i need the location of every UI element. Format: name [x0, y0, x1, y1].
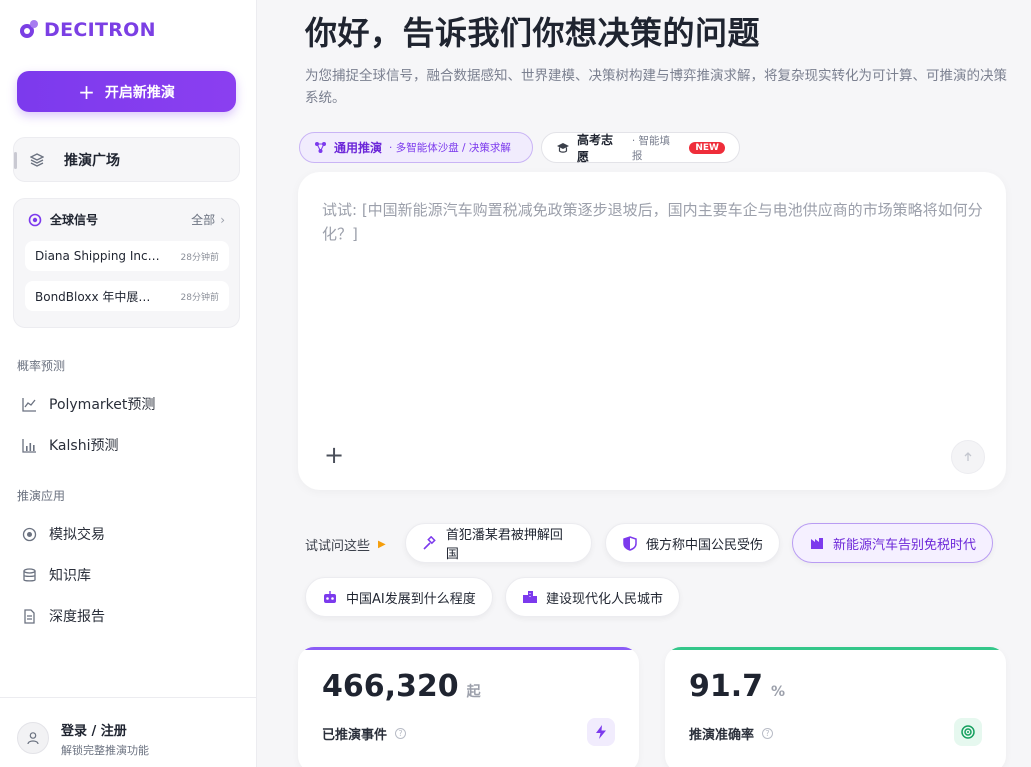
- sidebar-item-reports[interactable]: 深度报告: [22, 606, 105, 626]
- send-button[interactable]: [951, 440, 985, 474]
- sidebar-item-kalshi[interactable]: Kalshi预测: [22, 435, 118, 455]
- new-simulation-label: 开启新推演: [104, 84, 175, 101]
- attach-plus-icon[interactable]: +: [324, 443, 344, 467]
- global-signals-title: 全球信号: [50, 213, 99, 227]
- sidebar-item-sim-trading-label: 模拟交易: [49, 527, 105, 543]
- gavel-icon: [422, 535, 438, 551]
- suggestion-chip[interactable]: 首犯潘某君被押解回国: [405, 523, 592, 563]
- try-these-text: 试试问这些: [305, 539, 371, 554]
- mode-general-sub: · 多智能体沙盘 / 决策求解: [389, 142, 511, 154]
- signal-item-title: Diana Shipping Inc. ...: [35, 249, 160, 263]
- global-signals-panel: 全球信号 全部 › Diana Shipping Inc. ... 28分钟前 …: [13, 198, 240, 328]
- plus-icon: +: [78, 79, 95, 104]
- stat-number: 91.7: [689, 669, 764, 704]
- suggestion-label: 建设现代化人民城市: [546, 591, 664, 607]
- sidebar-item-polymarket[interactable]: Polymarket预测: [22, 394, 155, 414]
- stat-label: 已推演事件?: [322, 724, 407, 743]
- help-icon[interactable]: ?: [762, 728, 774, 739]
- stat-value: 91.7%: [689, 669, 785, 704]
- page-description: 为您捕捉全球信号，融合数据感知、世界建模、决策树构建与博弈推演求解，将复杂现实转…: [305, 68, 1007, 106]
- lightning-icon: [587, 718, 615, 746]
- stat-label: 推演准确率?: [689, 724, 774, 743]
- sidebar: DECITRON + 开启新推演 推演广场 全球信号 全部 › Diana Sh…: [0, 0, 257, 767]
- chevron-right-icon: ›: [220, 212, 225, 227]
- mode-general-label: 通用推演: [334, 141, 383, 155]
- sidebar-item-sim-trading[interactable]: 模拟交易: [22, 524, 105, 544]
- brand-logo[interactable]: DECITRON: [18, 18, 156, 42]
- signal-item-title: BondBloxx 年中展望...: [35, 289, 160, 304]
- logo-mark-icon: [20, 20, 38, 38]
- stat-label-text: 已推演事件: [322, 728, 388, 743]
- question-input[interactable]: 试试: [中国新能源汽车购置税减免政策逐步退坡后，国内主要车企与电池供应商的市场…: [322, 198, 987, 246]
- mode-general-button[interactable]: 通用推演 · 多智能体沙盘 / 决策求解: [299, 132, 533, 163]
- login-panel[interactable]: 登录 / 注册 解锁完整推演功能: [0, 697, 256, 767]
- section-label-apps: 推演应用: [17, 489, 66, 503]
- stat-label-text: 推演准确率: [689, 728, 755, 743]
- mode-gaokao-button[interactable]: 高考志愿 · 智能填报 NEW: [541, 132, 740, 164]
- signal-item-time: 28分钟前: [180, 252, 219, 263]
- bar-chart-icon: [22, 438, 37, 453]
- sidebar-item-knowledge-label: 知识库: [49, 568, 91, 584]
- signals-view-all-link[interactable]: 全部 ›: [191, 211, 225, 228]
- new-badge: NEW: [689, 141, 725, 154]
- stat-accent-bar: [298, 647, 639, 650]
- signal-item[interactable]: Diana Shipping Inc. ... 28分钟前: [25, 241, 229, 271]
- shield-icon: [622, 535, 638, 551]
- signal-icon: [28, 213, 42, 226]
- section-label-prob: 概率预测: [17, 359, 66, 373]
- try-these-label: 试试问这些 ▶: [305, 535, 386, 554]
- sidebar-item-plaza-label: 推演广场: [64, 152, 120, 169]
- sidebar-item-polymarket-label: Polymarket预测: [49, 397, 156, 413]
- brand-name: DECITRON: [44, 19, 156, 41]
- user-icon: [27, 732, 39, 745]
- city-icon: [522, 589, 538, 605]
- suggestion-chip[interactable]: 建设现代化人民城市: [505, 577, 680, 617]
- target-icon: [22, 527, 37, 542]
- stat-accent-bar: [665, 647, 1006, 650]
- avatar[interactable]: [17, 722, 49, 754]
- help-icon[interactable]: ?: [395, 728, 407, 739]
- network-icon: [315, 142, 326, 153]
- suggestion-chip[interactable]: 新能源汽车告别免税时代: [792, 523, 993, 563]
- suggestion-label: 首犯潘某君被押解回国: [445, 528, 563, 562]
- signal-item-time: 28分钟前: [180, 292, 219, 303]
- suggestion-label: 中国AI发展到什么程度: [346, 591, 476, 607]
- arrow-up-icon: [964, 452, 972, 461]
- suggestion-chip[interactable]: 俄方称中国公民受伤: [605, 523, 780, 563]
- stat-value: 466,320 起: [322, 669, 481, 704]
- stat-unit: 起: [466, 684, 481, 700]
- layers-icon: [30, 152, 44, 167]
- signals-view-all-label: 全部: [191, 213, 216, 227]
- stat-card-events: 466,320 起 已推演事件?: [298, 647, 639, 767]
- signal-item[interactable]: BondBloxx 年中展望... 28分钟前: [25, 281, 229, 311]
- graduation-cap-icon: [556, 143, 569, 153]
- sidebar-item-knowledge[interactable]: 知识库: [22, 565, 91, 585]
- database-icon: [22, 567, 37, 583]
- suggestion-chip[interactable]: 中国AI发展到什么程度: [305, 577, 493, 617]
- stat-unit: %: [771, 684, 786, 700]
- target-icon: [954, 718, 982, 746]
- page-title: 你好，告诉我们你想决策的问题: [305, 14, 761, 52]
- mode-gaokao-label: 高考志愿: [576, 132, 613, 164]
- robot-icon: [322, 589, 338, 605]
- factory-icon: [809, 535, 825, 551]
- stat-card-accuracy: 91.7% 推演准确率?: [665, 647, 1006, 767]
- question-input-card[interactable]: 试试: [中国新能源汽车购置税减免政策逐步退坡后，国内主要车企与电池供应商的市场…: [298, 172, 1006, 490]
- mode-gaokao-sub: · 智能填报: [631, 134, 671, 162]
- sidebar-item-plaza[interactable]: 推演广场: [13, 137, 240, 182]
- suggestion-label: 新能源汽车告别免税时代: [833, 537, 977, 553]
- login-title[interactable]: 登录 / 注册: [61, 720, 127, 739]
- caret-right-icon: ▶: [378, 539, 386, 550]
- stat-number: 466,320: [322, 669, 459, 704]
- document-icon: [22, 608, 37, 624]
- sidebar-item-reports-label: 深度报告: [49, 609, 105, 625]
- login-subtitle: 解锁完整推演功能: [61, 744, 149, 757]
- sidebar-item-kalshi-label: Kalshi预测: [49, 438, 119, 454]
- suggestion-label: 俄方称中国公民受伤: [646, 537, 764, 553]
- new-simulation-button[interactable]: + 开启新推演: [17, 71, 236, 112]
- line-chart-icon: [22, 397, 37, 412]
